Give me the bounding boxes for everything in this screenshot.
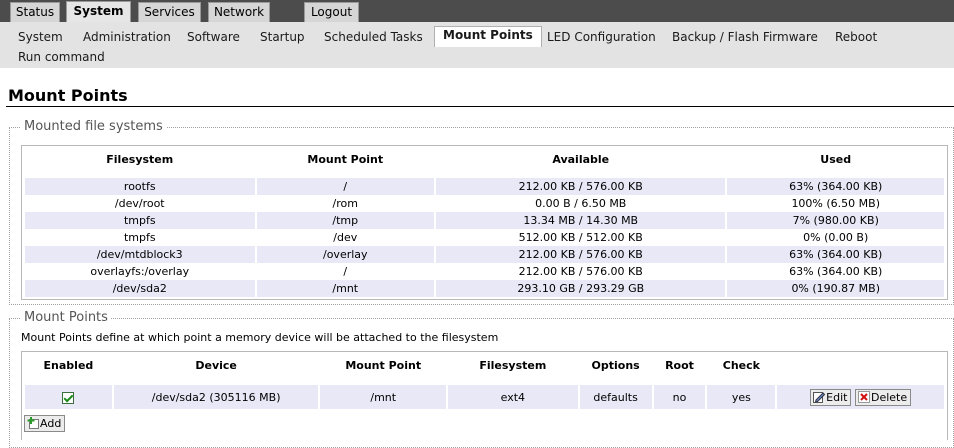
cell-mount-point: /tmp [256, 212, 435, 229]
mounted-filesystems-table-box: Filesystem Mount Point Available Used ro… [21, 145, 948, 300]
page-title: Mount Points [8, 86, 128, 105]
table-row: tmpfs /dev 512.00 KB / 512.00 KB 0% (0.0… [25, 229, 944, 246]
cell-used: 63% (364.00 KB) [727, 178, 944, 195]
cell-filesystem: tmpfs [25, 212, 255, 229]
cell-used: 63% (364.00 KB) [727, 246, 944, 263]
cell-mount-point: /mnt [256, 280, 435, 297]
submenu-led-configuration[interactable]: LED Configuration [547, 28, 656, 47]
cell-mount-point: /overlay [256, 246, 435, 263]
cell-check: yes [707, 385, 776, 409]
cell-enabled [25, 385, 112, 409]
submenu-scheduled-tasks[interactable]: Scheduled Tasks [324, 28, 423, 47]
tab-status[interactable]: Status [10, 2, 60, 22]
edit-button[interactable]: Edit [810, 388, 852, 406]
table-row: tmpfs /tmp 13.34 MB / 14.30 MB 7% (980.0… [25, 212, 944, 229]
cell-used: 7% (980.00 KB) [727, 212, 944, 229]
col-used: Used [820, 152, 852, 166]
tab-network[interactable]: Network [208, 2, 270, 22]
table-row: /dev/sda2 (305116 MB) /mnt ext4 defaults… [25, 385, 944, 409]
col-filesystem: Filesystem [106, 152, 174, 166]
mounted-filesystems-table: Filesystem Mount Point Available Used ro… [23, 146, 946, 297]
cell-options: defaults [579, 385, 652, 409]
cell-used: 0% (190.87 MB) [727, 280, 944, 297]
enabled-checkbox[interactable] [62, 391, 75, 404]
cell-used: 0% (0.00 B) [727, 229, 944, 246]
add-icon [27, 417, 39, 429]
table-row: rootfs / 212.00 KB / 576.00 KB 63% (364.… [25, 178, 944, 195]
edit-label: Edit [826, 390, 848, 404]
col-filesystem: Filesystem [479, 358, 547, 372]
table-row: /dev/mtdblock3 /overlay 212.00 KB / 576.… [25, 246, 944, 263]
cell-filesystem: ext4 [448, 385, 578, 409]
submenu-mount-points[interactable]: Mount Points [434, 26, 542, 47]
col-root: Root [665, 358, 694, 372]
table-row: /dev/root /rom 0.00 B / 6.50 MB 100% (6.… [25, 195, 944, 212]
col-check: Check [722, 358, 760, 372]
cell-available: 0.00 B / 6.50 MB [436, 195, 726, 212]
cell-filesystem: rootfs [25, 178, 255, 195]
table-row: /dev/sda2 /mnt 293.10 GB / 293.29 GB 0% … [25, 280, 944, 297]
title-divider [6, 106, 954, 107]
cell-filesystem: /dev/mtdblock3 [25, 246, 255, 263]
mounted-filesystems-legend: Mounted file systems [21, 119, 166, 134]
submenu-run-command[interactable]: Run command [18, 48, 105, 67]
cell-used: 100% (6.50 MB) [727, 195, 944, 212]
tab-services[interactable]: Services [138, 2, 201, 22]
edit-icon [813, 391, 826, 403]
cell-used: 63% (364.00 KB) [727, 263, 944, 280]
col-options: Options [591, 358, 640, 372]
submenu-system[interactable]: System [18, 28, 63, 47]
cell-filesystem: tmpfs [25, 229, 255, 246]
cell-available: 212.00 KB / 576.00 KB [436, 246, 726, 263]
cell-device: /dev/sda2 (305116 MB) [113, 385, 319, 409]
cell-available: 13.34 MB / 14.30 MB [436, 212, 726, 229]
tab-logout[interactable]: Logout [304, 2, 359, 22]
col-actions [777, 352, 944, 378]
cell-available: 212.00 KB / 576.00 KB [436, 263, 726, 280]
table-row: overlayfs:/overlay / 212.00 KB / 576.00 … [25, 263, 944, 280]
top-navigation: Status System Services Network Logout [0, 0, 954, 22]
delete-button[interactable]: Delete [854, 388, 912, 406]
delete-icon [857, 390, 870, 403]
submenu-backup-flash-firmware[interactable]: Backup / Flash Firmware [672, 28, 818, 47]
col-mount-point: Mount Point [345, 358, 422, 372]
add-label: Add [40, 417, 62, 430]
mount-points-table: Enabled Device Mount Point Filesystem Op… [23, 352, 946, 409]
cell-mount-point: /mnt [320, 385, 446, 409]
col-enabled: Enabled [43, 358, 94, 372]
submenu-startup[interactable]: Startup [260, 28, 305, 47]
cell-mount-point: /rom [256, 195, 435, 212]
cell-mount-point: / [256, 178, 435, 195]
submenu-software[interactable]: Software [187, 28, 240, 47]
tab-system[interactable]: System [66, 1, 131, 22]
submenu-administration[interactable]: Administration [83, 28, 171, 47]
mount-points-description: Mount Points define at which point a mem… [21, 331, 499, 344]
submenu-reboot[interactable]: Reboot [835, 28, 877, 47]
col-available: Available [552, 152, 610, 166]
mount-points-legend: Mount Points [21, 310, 111, 325]
add-button[interactable]: Add [24, 415, 66, 432]
col-device: Device [195, 358, 237, 372]
cell-available: 293.10 GB / 293.29 GB [436, 280, 726, 297]
cell-filesystem: overlayfs:/overlay [25, 263, 255, 280]
mount-points-table-box: Enabled Device Mount Point Filesystem Op… [21, 351, 948, 440]
cell-mount-point: /dev [256, 229, 435, 246]
cell-root: no [653, 385, 706, 409]
cell-actions: Edit Delete [777, 385, 944, 409]
cell-available: 212.00 KB / 576.00 KB [436, 178, 726, 195]
system-submenu: System Administration Software Startup S… [0, 22, 954, 68]
col-mount-point: Mount Point [307, 152, 384, 166]
cell-filesystem: /dev/root [25, 195, 255, 212]
delete-label: Delete [870, 390, 908, 404]
cell-mount-point: / [256, 263, 435, 280]
cell-filesystem: /dev/sda2 [25, 280, 255, 297]
cell-available: 512.00 KB / 512.00 KB [436, 229, 726, 246]
